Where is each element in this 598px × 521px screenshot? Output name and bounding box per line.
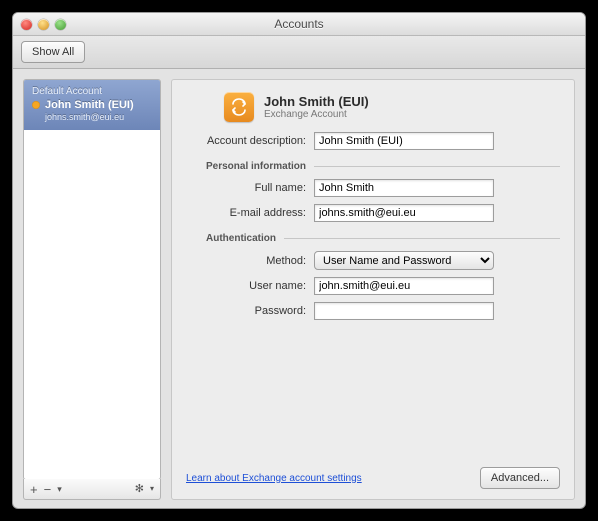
gear-menu-chevron-icon[interactable]: ▾ xyxy=(150,485,154,493)
email-label: E-mail address: xyxy=(186,207,306,219)
remove-account-button[interactable]: − xyxy=(44,483,52,496)
accounts-window: Accounts Show All Default Account John S… xyxy=(12,12,586,509)
gear-icon[interactable]: ✻ xyxy=(135,484,144,495)
user-name-label: User name: xyxy=(186,280,306,292)
show-all-button[interactable]: Show All xyxy=(21,41,85,63)
zoom-window-button[interactable] xyxy=(55,19,66,30)
advanced-button[interactable]: Advanced... xyxy=(480,467,560,489)
sidebar-footer: + − ▾ ✻ ▾ xyxy=(23,479,161,500)
sidebar-account-email: johns.smith@eui.eu xyxy=(45,112,152,122)
account-title: John Smith (EUI) xyxy=(264,94,369,109)
email-input[interactable] xyxy=(314,204,494,222)
window-title: Accounts xyxy=(13,17,585,31)
method-label: Method: xyxy=(186,255,306,267)
full-name-input[interactable] xyxy=(314,179,494,197)
close-window-button[interactable] xyxy=(21,19,32,30)
user-name-input[interactable] xyxy=(314,277,494,295)
sidebar-account-name: John Smith (EUI) xyxy=(45,99,134,111)
personal-info-section-label: Personal information xyxy=(206,161,306,172)
add-account-button[interactable]: + xyxy=(30,483,38,496)
full-name-label: Full name: xyxy=(186,182,306,194)
toolbar: Show All xyxy=(13,36,585,69)
method-select[interactable]: User Name and Password xyxy=(314,251,494,270)
minimize-window-button[interactable] xyxy=(38,19,49,30)
sidebar-item-default-account[interactable]: Default Account John Smith (EUI) johns.s… xyxy=(24,80,160,130)
account-description-label: Account description: xyxy=(186,135,306,147)
account-details-panel: John Smith (EUI) Exchange Account Accoun… xyxy=(171,79,575,500)
accounts-sidebar[interactable]: Default Account John Smith (EUI) johns.s… xyxy=(23,79,161,480)
titlebar: Accounts xyxy=(13,13,585,36)
learn-exchange-link[interactable]: Learn about Exchange account settings xyxy=(186,473,362,484)
account-subtitle: Exchange Account xyxy=(264,109,369,120)
password-input[interactable] xyxy=(314,302,494,320)
authentication-section-label: Authentication xyxy=(206,233,276,244)
sidebar-section-header: Default Account xyxy=(32,86,152,97)
status-dot-icon xyxy=(32,101,40,109)
password-label: Password: xyxy=(186,305,306,317)
exchange-icon xyxy=(224,92,254,122)
account-description-input[interactable] xyxy=(314,132,494,150)
divider xyxy=(284,238,560,239)
divider xyxy=(314,166,560,167)
footer-menu-button[interactable]: ▾ xyxy=(57,485,62,494)
